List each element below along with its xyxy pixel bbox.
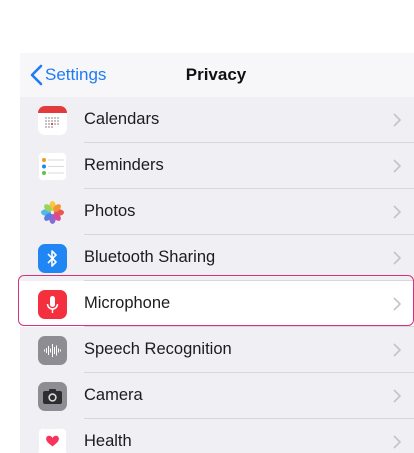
page-title: Privacy [185, 65, 247, 84]
speech-recognition-icon [38, 336, 67, 365]
list-item-label: Calendars [84, 110, 160, 128]
list-item-health[interactable]: Health [20, 419, 414, 453]
microphone-icon [38, 290, 67, 319]
list-item-label: Health [84, 432, 132, 450]
list-item-microphone[interactable]: Microphone [20, 281, 414, 327]
list-item-label: Camera [84, 386, 143, 404]
chevron-right-icon [393, 297, 402, 311]
list-item-photos[interactable]: Photos [20, 189, 414, 235]
navigation-bar: Settings Privacy [20, 53, 414, 98]
list-item-label: Photos [84, 202, 136, 220]
bluetooth-icon [38, 244, 67, 273]
chevron-right-icon [393, 205, 402, 219]
list-item-reminders[interactable]: Reminders [20, 143, 414, 189]
list-item-label: Bluetooth Sharing [84, 248, 216, 266]
privacy-screen: Settings Privacy Calendars Reminders Pho… [20, 53, 414, 453]
list-item-speech-recognition[interactable]: Speech Recognition [20, 327, 414, 373]
list-item-label: Reminders [84, 156, 164, 174]
list-item-label: Microphone [84, 294, 171, 312]
chevron-right-icon [393, 159, 402, 173]
reminders-icon [38, 152, 67, 181]
chevron-right-icon [393, 343, 402, 357]
privacy-list: Calendars Reminders Photos Bluetooth Sha… [20, 97, 414, 453]
list-item-label: Speech Recognition [84, 340, 232, 358]
chevron-right-icon [393, 435, 402, 449]
list-item-calendars[interactable]: Calendars [20, 97, 414, 143]
camera-icon [38, 382, 67, 411]
chevron-right-icon [393, 251, 402, 265]
chevron-right-icon [393, 113, 402, 127]
photos-icon [38, 198, 67, 227]
chevron-right-icon [393, 389, 402, 403]
health-icon [38, 428, 67, 453]
calendar-icon [38, 106, 67, 135]
list-item-bluetooth-sharing[interactable]: Bluetooth Sharing [20, 235, 414, 281]
list-item-camera[interactable]: Camera [20, 373, 414, 419]
